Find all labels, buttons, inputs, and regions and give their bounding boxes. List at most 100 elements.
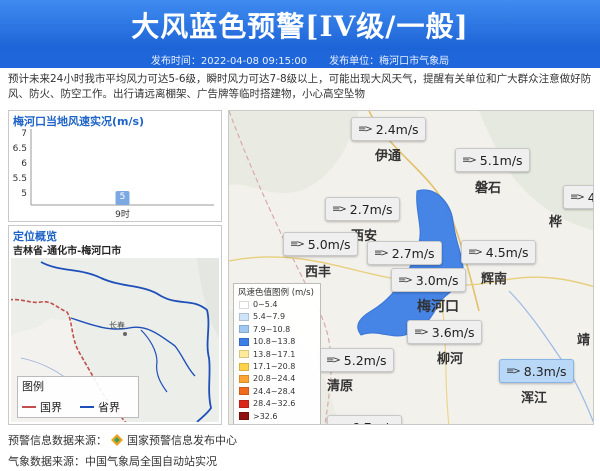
wind-arrow-icon: ≡> xyxy=(398,274,413,286)
wind-bar-value-label: 5 xyxy=(120,192,126,202)
speed-legend-item: 0~5.4 xyxy=(239,300,278,309)
wind-arrow-icon: ≡> xyxy=(334,422,349,425)
weather-source-text: 气象数据来源：中国气象局全国自动站实况 xyxy=(8,455,217,468)
wind-speed-label-1[interactable]: ≡> 5.1m/s xyxy=(455,148,530,172)
wind-speed-value: 6.7m/s xyxy=(352,420,395,425)
wind-speed-label-0[interactable]: ≡> 2.4m/s xyxy=(351,117,426,141)
wind-speed-value: 3.6m/s xyxy=(431,324,475,340)
wind-speed-label-8[interactable]: ≡> 3.6m/s xyxy=(407,320,482,344)
speed-color-swatch xyxy=(239,337,249,346)
map-city-6: 梅河口 xyxy=(417,299,459,315)
map-city-1: 磐石 xyxy=(475,181,502,196)
speed-legend-item: 13.8~17.1 xyxy=(239,350,295,359)
wind-speed-label-11[interactable]: ≡>6.7m/s xyxy=(327,415,402,425)
legend-national-border: 国界 xyxy=(22,399,62,415)
speed-range-label: 24.4~28.4 xyxy=(253,386,296,396)
warning-description: 预计未来24小时我市平均风力可达5-6级，瞬时风力可达7-8级以上，可能出现大风… xyxy=(8,73,592,100)
wind-speed-label-3[interactable]: ≡> 2.7m/s xyxy=(325,197,400,221)
wind-speed-label-7[interactable]: ≡> 3.0m/s xyxy=(391,268,466,292)
y-tick-label: 6.5 xyxy=(13,144,27,154)
speed-legend-item: 7.9~10.8 xyxy=(239,325,290,334)
speed-legend-item: >32.6 xyxy=(239,412,278,421)
weather-source: 气象数据来源：中国气象局全国自动站实况 xyxy=(8,453,217,469)
y-tick-label: 5.5 xyxy=(13,174,27,184)
wind-map[interactable]: 伊通磐石西安西丰东丰辉南梅河口柳河清原浑江桦靖 ≡>2.4m/s≡>5.1m/s… xyxy=(228,110,594,425)
wind-arrow-icon: ≡> xyxy=(326,354,341,366)
wind-arrow-icon: ≡> xyxy=(332,203,347,215)
speed-range-label: 7.9~10.8 xyxy=(253,324,291,334)
speed-range-label: 5.4~7.9 xyxy=(253,312,286,322)
wind-speed-value: 5.2m/s xyxy=(343,352,387,368)
map-city-0: 伊通 xyxy=(375,149,402,164)
wind-speed-color-legend: 风速色值图例 (m/s) 0~5.4 5.4~7.9 7.9~10.8 10.8~13… xyxy=(233,283,321,424)
national-border-line-icon xyxy=(22,406,36,408)
map-city-3: 西丰 xyxy=(305,265,332,280)
wind-speed-value: 2.4m/s xyxy=(375,121,419,137)
speed-color-swatch xyxy=(239,374,249,383)
speed-range-label: 20.8~24.4 xyxy=(253,374,296,384)
legend-provincial-border-label: 省界 xyxy=(98,401,120,414)
wind-speed-label-5[interactable]: ≡> 2.7m/s xyxy=(367,241,442,265)
warning-source-label: 预警信息数据来源： xyxy=(8,434,107,447)
wind-speed-chart: 7 6.5 6 5.5 5 5 9时 xyxy=(13,129,214,220)
legend-national-border-label: 国界 xyxy=(40,401,62,414)
mini-map-city-label: 长春 xyxy=(109,321,125,330)
wind-speed-value: 2.7m/s xyxy=(391,245,435,261)
speed-color-swatch xyxy=(239,312,249,321)
speed-color-swatch xyxy=(239,387,249,396)
speed-legend-item: 5.4~7.9 xyxy=(239,312,285,321)
wind-speed-label-9[interactable]: ≡> 5.2m/s xyxy=(319,348,394,372)
warning-title: 大风蓝色预警[IV级/一般] xyxy=(131,10,469,43)
warning-center-logo-icon xyxy=(111,434,123,446)
speed-color-swatch xyxy=(239,350,249,359)
speed-legend-item: 17.1~20.8 xyxy=(239,362,295,371)
speed-legend-item: 20.8~24.4 xyxy=(239,374,295,383)
speed-legend-item: 24.4~28.4 xyxy=(239,387,295,396)
wind-speed-label-2[interactable]: ≡>4.4 xyxy=(563,185,593,209)
speed-legend-item: 28.4~32.6 xyxy=(239,399,295,408)
speed-color-swatch xyxy=(239,412,249,421)
map-city-7: 柳河 xyxy=(437,352,464,367)
map-city-10: 桦 xyxy=(549,215,563,230)
speed-legend-title: 风速色值图例 (m/s) xyxy=(238,288,314,298)
map-city-8: 清原 xyxy=(327,379,354,394)
warning-source: 预警信息数据来源： 国家预警信息发布中心 xyxy=(8,432,237,448)
location-mini-map[interactable]: 长春 图例 国界 省界 xyxy=(11,258,219,422)
provincial-border-line-icon xyxy=(80,406,94,408)
wind-arrow-icon: ≡> xyxy=(570,191,585,203)
speed-range-label: 10.8~13.8 xyxy=(253,337,296,347)
boundary-legend: 图例 国界 省界 xyxy=(17,376,139,418)
wind-speed-label-6[interactable]: ≡> 4.5m/s xyxy=(461,240,536,264)
map-city-11: 靖 xyxy=(577,333,591,348)
speed-range-label: 0~5.4 xyxy=(253,300,278,309)
wind-speed-chart-panel: 梅河口当地风速实况(m/s) 7 6.5 6 5.5 5 5 9时 xyxy=(8,110,222,222)
wind-speed-value: 2.7m/s xyxy=(349,201,393,217)
speed-color-swatch xyxy=(239,399,249,408)
y-tick-label: 6 xyxy=(21,159,27,169)
warning-center-link[interactable]: 国家预警信息发布中心 xyxy=(127,432,237,448)
publisher: 发布单位：梅河口市气象局 xyxy=(329,55,450,67)
wind-arrow-icon: ≡> xyxy=(414,326,429,338)
y-tick-label: 5 xyxy=(21,189,27,199)
wind-speed-value: 4.4 xyxy=(588,190,593,205)
warning-title-banner: 大风蓝色预警[IV级/一般] xyxy=(0,0,600,50)
publish-time: 发布时间：2022-04-08 09:15:00 xyxy=(150,55,308,67)
map-city-5: 辉南 xyxy=(481,272,508,287)
x-category-label: 9时 xyxy=(115,208,130,220)
y-tick-label: 7 xyxy=(21,129,27,139)
publish-info-bar: 发布时间：2022-04-08 09:15:00 发布单位：梅河口市气象局 xyxy=(0,50,600,68)
speed-range-label: 28.4~32.6 xyxy=(253,399,296,409)
speed-legend-item: 10.8~13.8 xyxy=(239,337,295,346)
wind-speed-value: 5.0m/s xyxy=(307,236,351,252)
speed-range-label: 17.1~20.8 xyxy=(253,362,296,371)
speed-color-swatch xyxy=(239,325,249,334)
speed-range-label: 13.8~17.1 xyxy=(253,349,296,359)
wind-speed-value: 5.1m/s xyxy=(479,152,523,168)
speed-color-swatch xyxy=(239,300,249,309)
wind-arrow-icon: ≡> xyxy=(290,238,305,250)
wind-arrow-icon: ≡> xyxy=(358,123,373,135)
warning-page: 大风蓝色预警[IV级/一般] 发布时间：2022-04-08 09:15:00 … xyxy=(0,0,600,471)
wind-speed-label-4[interactable]: ≡> 5.0m/s xyxy=(283,232,358,256)
wind-speed-label-10[interactable]: ≡> 8.3m/s xyxy=(499,359,574,383)
wind-arrow-icon: ≡> xyxy=(506,365,521,377)
